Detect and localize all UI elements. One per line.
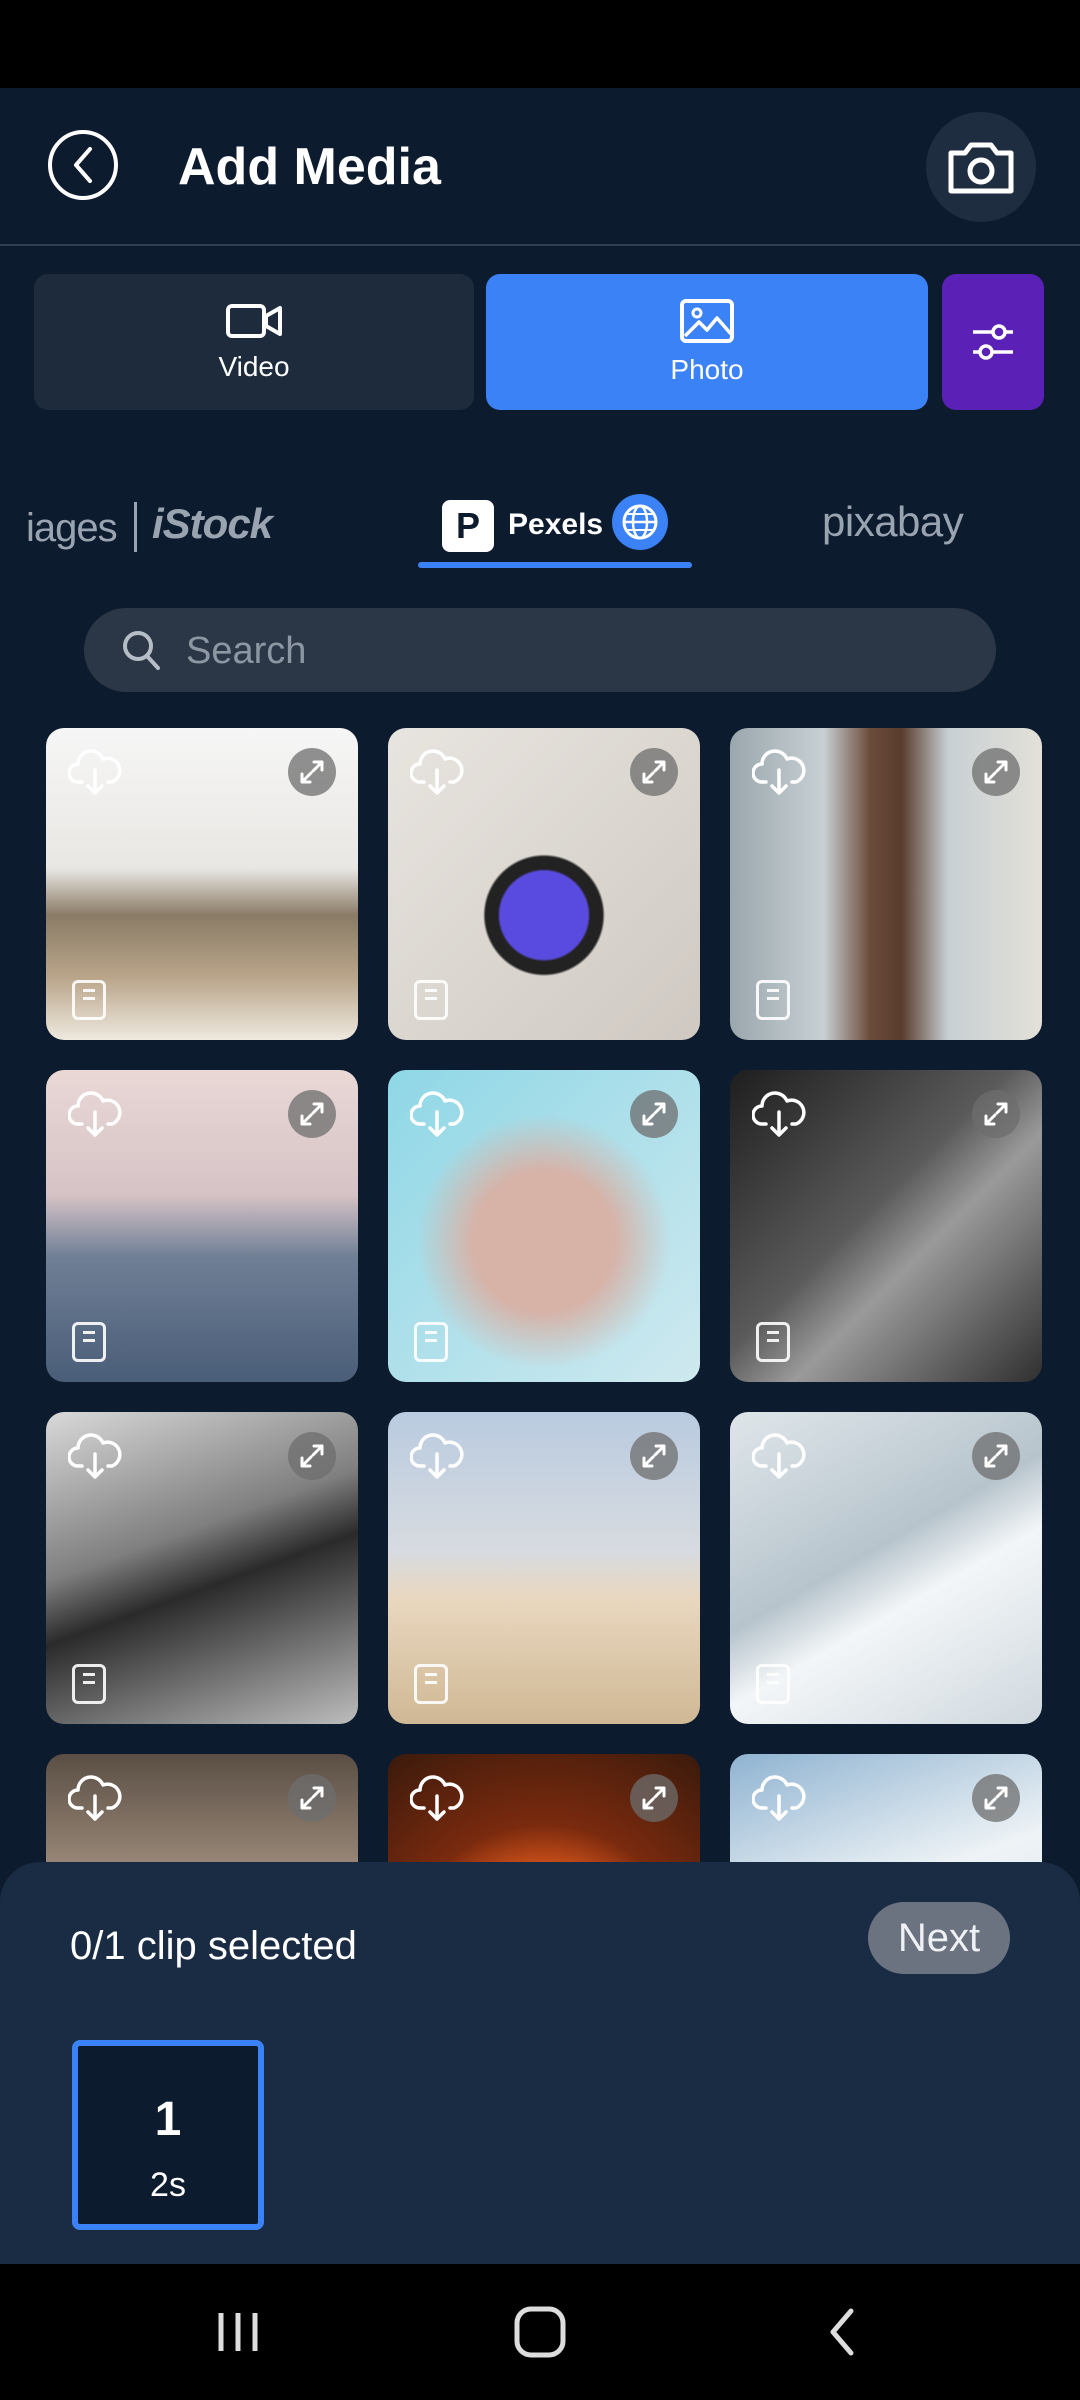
source-tab-pixabay[interactable]: pixabay xyxy=(822,498,964,546)
expand-icon[interactable] xyxy=(972,1090,1020,1138)
status-bar xyxy=(0,0,1080,88)
cloud-download-icon[interactable] xyxy=(67,748,122,803)
source-tab-images-partial[interactable]: iages xyxy=(26,506,118,551)
expand-icon[interactable] xyxy=(288,1774,336,1822)
photo-type-icon xyxy=(72,1322,106,1362)
camera-icon xyxy=(948,142,1014,194)
filter-button[interactable] xyxy=(942,274,1044,410)
tab-video[interactable]: Video xyxy=(34,274,474,410)
page-title: Add Media xyxy=(178,138,441,196)
back-button[interactable] xyxy=(48,130,118,200)
expand-icon[interactable] xyxy=(288,1090,336,1138)
media-thumbnail[interactable] xyxy=(730,1412,1042,1724)
cloud-download-icon[interactable] xyxy=(751,1432,806,1487)
photo-type-icon xyxy=(756,1664,790,1704)
media-thumbnail[interactable] xyxy=(730,728,1042,1040)
expand-icon[interactable] xyxy=(630,1090,678,1138)
expand-icon[interactable] xyxy=(972,1432,1020,1480)
next-button[interactable]: Next xyxy=(868,1902,1010,1974)
clip-slot-duration: 2s xyxy=(150,2166,186,2204)
search-input[interactable] xyxy=(184,608,968,694)
header: Add Media xyxy=(0,88,1080,246)
camera-button[interactable] xyxy=(926,112,1036,222)
cloud-download-icon[interactable] xyxy=(409,1774,464,1829)
pexels-logo: P xyxy=(442,500,494,552)
clip-slot[interactable]: 1 2s xyxy=(72,2040,264,2230)
globe-icon xyxy=(612,494,668,550)
clip-slot-number: 1 xyxy=(154,2093,182,2146)
tab-photo[interactable]: Photo xyxy=(486,274,928,410)
photo-type-icon xyxy=(414,980,448,1020)
source-divider xyxy=(134,502,137,552)
cloud-download-icon[interactable] xyxy=(409,1432,464,1487)
media-thumbnail[interactable] xyxy=(730,1070,1042,1382)
expand-icon[interactable] xyxy=(288,1432,336,1480)
tab-photo-label: Photo xyxy=(670,354,744,385)
expand-icon[interactable] xyxy=(972,1774,1020,1822)
selection-panel: 0/1 clip selected Next 1 2s xyxy=(0,1862,1080,2264)
selection-count: 0/1 clip selected xyxy=(70,1924,357,1968)
back-chevron-icon xyxy=(830,2308,854,2356)
photo-type-icon xyxy=(414,1322,448,1362)
photo-type-icon xyxy=(756,980,790,1020)
expand-icon[interactable] xyxy=(972,748,1020,796)
expand-icon[interactable] xyxy=(630,1432,678,1480)
media-thumbnail[interactable] xyxy=(46,1070,358,1382)
sliders-icon xyxy=(973,324,1013,360)
expand-icon[interactable] xyxy=(288,748,336,796)
chevron-left-icon xyxy=(74,147,92,183)
source-tab-istock[interactable]: iStock xyxy=(152,500,273,548)
cloud-download-icon[interactable] xyxy=(751,1774,806,1829)
add-media-screen: Add Media Video Photo iages iStock P Pex… xyxy=(0,88,1080,2264)
pexels-label: Pexels xyxy=(508,508,604,541)
media-thumbnail[interactable] xyxy=(388,728,700,1040)
tab-video-label: Video xyxy=(218,351,290,382)
source-tabs: iages iStock P Pexels pixabay xyxy=(0,468,1080,588)
expand-icon[interactable] xyxy=(630,1774,678,1822)
image-icon xyxy=(680,299,734,343)
media-thumbnail[interactable] xyxy=(388,1412,700,1724)
media-thumbnail[interactable] xyxy=(46,1412,358,1724)
system-nav-bar xyxy=(0,2264,1080,2400)
search-bar[interactable] xyxy=(84,608,996,694)
cloud-download-icon[interactable] xyxy=(67,1090,122,1145)
source-tab-pexels[interactable]: P Pexels xyxy=(418,484,692,568)
home-button[interactable] xyxy=(440,2264,640,2400)
recent-apps-button[interactable] xyxy=(138,2264,338,2400)
media-thumbnail[interactable] xyxy=(388,1070,700,1382)
cloud-download-icon[interactable] xyxy=(67,1774,122,1829)
photo-type-icon xyxy=(72,1664,106,1704)
cloud-download-icon[interactable] xyxy=(67,1432,122,1487)
photo-type-icon xyxy=(414,1664,448,1704)
cloud-download-icon[interactable] xyxy=(751,1090,806,1145)
back-nav-button[interactable] xyxy=(742,2264,942,2400)
cloud-download-icon[interactable] xyxy=(751,748,806,803)
photo-type-icon xyxy=(756,1322,790,1362)
photo-type-icon xyxy=(72,980,106,1020)
active-tab-indicator xyxy=(418,562,692,568)
cloud-download-icon[interactable] xyxy=(409,748,464,803)
home-icon xyxy=(514,2306,566,2358)
search-icon xyxy=(123,631,160,670)
media-thumbnail[interactable] xyxy=(46,728,358,1040)
expand-icon[interactable] xyxy=(630,748,678,796)
video-camera-icon xyxy=(226,304,282,338)
recent-apps-icon xyxy=(218,2313,258,2351)
cloud-download-icon[interactable] xyxy=(409,1090,464,1145)
